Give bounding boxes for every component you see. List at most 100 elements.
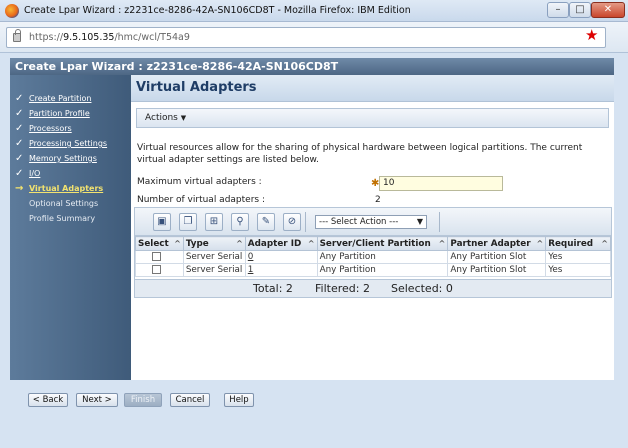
actions-menu-button[interactable]: Actions ▼ [145,113,186,123]
table-toolbar: ▣ ❐ ⊞ ⚲ ✎ ⊘ --- Select Action --- ▼ [135,208,611,236]
window-titlebar: Create Lpar Wizard : z2231ce-8286-42A-SN… [0,0,628,22]
filter-icon[interactable]: ⊞ [205,213,223,231]
step-create-partition[interactable]: ✓ Create Partition [15,93,91,104]
step-processors[interactable]: ✓ Processors [15,123,72,134]
address-bar: https://9.5.105.35/hmc/wcl/T54a9 ★ [0,22,628,53]
cell-type: Server Serial [182,250,246,264]
sort-asc-icon: ^ [307,238,315,248]
step-label: Optional Settings [29,199,99,208]
check-icon: ✓ [15,108,24,119]
wizard-button-bar: < Back Next > Finish Cancel Help [10,380,614,414]
select-action-value: --- Select Action --- [319,217,399,227]
adapters-grid: Select ^ Type ^ Adapter ID ^ Server/Client … [135,236,611,277]
max-adapters-label: Maximum virtual adapters : [137,177,262,187]
firefox-icon [5,4,19,18]
step-label: Profile Summary [29,214,96,223]
page-title: Virtual Adapters [131,75,614,102]
col-select[interactable]: Select ^ [135,236,184,251]
max-adapters-input[interactable]: 10 [379,176,503,191]
step-label: Processors [29,124,72,133]
sort-icon[interactable]: ✎ [257,213,275,231]
cell-partner: Any Partition Slot [447,250,547,264]
num-adapters-label: Number of virtual adapters : [137,195,265,205]
sort-asc-icon: ^ [236,238,243,248]
adapter-id-link[interactable]: 1 [244,263,318,277]
step-label: Create Partition [29,94,92,103]
actions-label: Actions [145,113,178,123]
cell-partner: Any Partition Slot [447,263,547,277]
step-partition-profile[interactable]: ✓ Partition Profile [15,108,90,119]
cell-required: Yes [545,250,611,264]
check-icon: ✓ [15,138,24,149]
url-text: https://9.5.105.35/hmc/wcl/T54a9 [29,32,190,43]
lock-icon [13,29,21,42]
col-required[interactable]: Required ^ [545,236,611,251]
url-path: /hmc/wcl/T54a9 [114,32,190,43]
window-title: Create Lpar Wizard : z2231ce-8286-42A-SN… [24,5,411,16]
col-adapter-id[interactable]: Adapter ID ^ [244,236,318,251]
cell-type: Server Serial [182,263,246,277]
help-button[interactable]: Help [224,393,254,407]
table-row: Server Serial 1 Any Partition Any Partit… [135,263,611,277]
col-type[interactable]: Type ^ [182,236,246,251]
url-scheme: https:// [29,32,64,43]
step-optional-settings: Optional Settings [15,199,98,208]
cancel-button[interactable]: Cancel [170,393,210,407]
back-button[interactable]: < Back [28,393,68,407]
num-adapters-value: 2 [375,195,381,205]
step-io[interactable]: ✓ I/O [15,168,40,179]
row-checkbox[interactable] [152,252,161,261]
row-checkbox[interactable] [152,265,161,274]
next-button[interactable]: Next > [76,393,118,407]
check-icon: ✓ [15,168,24,179]
select-all-icon[interactable]: ▣ [153,213,171,231]
cell-partition: Any Partition [316,263,449,277]
step-label: Partition Profile [29,109,90,118]
maximize-button[interactable]: □ [569,2,591,18]
caret-down-icon: ▼ [180,114,187,122]
check-icon: ✓ [15,123,24,134]
summary-filtered: Filtered: 2 [315,282,370,295]
step-memory-settings[interactable]: ✓ Memory Settings [15,153,97,164]
step-label: Virtual Adapters [29,184,104,193]
table-row: Server Serial 0 Any Partition Any Partit… [135,250,611,264]
url-host: 9.5.105.35 [63,32,115,43]
table-summary: Total: 2 Filtered: 2 Selected: 0 [135,279,611,297]
clear-sort-icon[interactable]: ⊘ [283,213,301,231]
step-profile-summary: Profile Summary [15,214,95,223]
dropdown-arrow-icon: ▼ [416,217,423,226]
col-partner-adapter[interactable]: Partner Adapter ^ [447,236,547,251]
finish-button: Finish [124,393,162,407]
step-label: Memory Settings [29,154,97,163]
minimize-button[interactable]: – [547,2,569,18]
description-text: Virtual resources allow for the sharing … [137,143,583,165]
select-action-dropdown[interactable]: --- Select Action --- ▼ [315,215,427,229]
step-processing-settings[interactable]: ✓ Processing Settings [15,138,107,149]
summary-total: Total: 2 [253,282,293,295]
col-partition[interactable]: Server/Client Partition ^ [316,236,449,251]
sort-asc-icon: ^ [536,238,544,248]
adapters-table: ▣ ❐ ⊞ ⚲ ✎ ⊘ --- Select Action --- ▼ Sele… [134,207,612,298]
check-icon: ✓ [15,153,24,164]
cell-required: Yes [545,263,611,277]
sort-asc-icon: ^ [438,238,446,248]
close-button[interactable]: ✕ [591,2,625,18]
sort-asc-icon: ^ [174,238,181,248]
wizard-header: Create Lpar Wizard : z2231ce-8286-42A-SN… [10,58,614,75]
wizard-steps-nav: ✓ Create Partition ✓ Partition Profile ✓ Pr… [10,75,131,380]
arrow-right-icon: → [15,183,24,194]
adapter-id-link[interactable]: 0 [244,250,318,264]
bookmark-star-icon[interactable]: ★ [585,28,598,43]
sort-asc-icon: ^ [601,238,608,248]
step-virtual-adapters[interactable]: → Virtual Adapters [15,183,103,194]
main-panel: Virtual Adapters Actions ▼ Virtual resou… [131,75,614,380]
actions-bar: Actions ▼ [136,108,609,128]
summary-selected: Selected: 0 [391,282,453,295]
cell-partition: Any Partition [316,250,449,264]
step-label: I/O [29,169,41,178]
edit-filter-icon[interactable]: ⚲ [231,213,249,231]
step-label: Processing Settings [29,139,108,148]
check-icon: ✓ [15,93,24,104]
url-field[interactable]: https://9.5.105.35/hmc/wcl/T54a9 [6,27,606,48]
deselect-all-icon[interactable]: ❐ [179,213,197,231]
